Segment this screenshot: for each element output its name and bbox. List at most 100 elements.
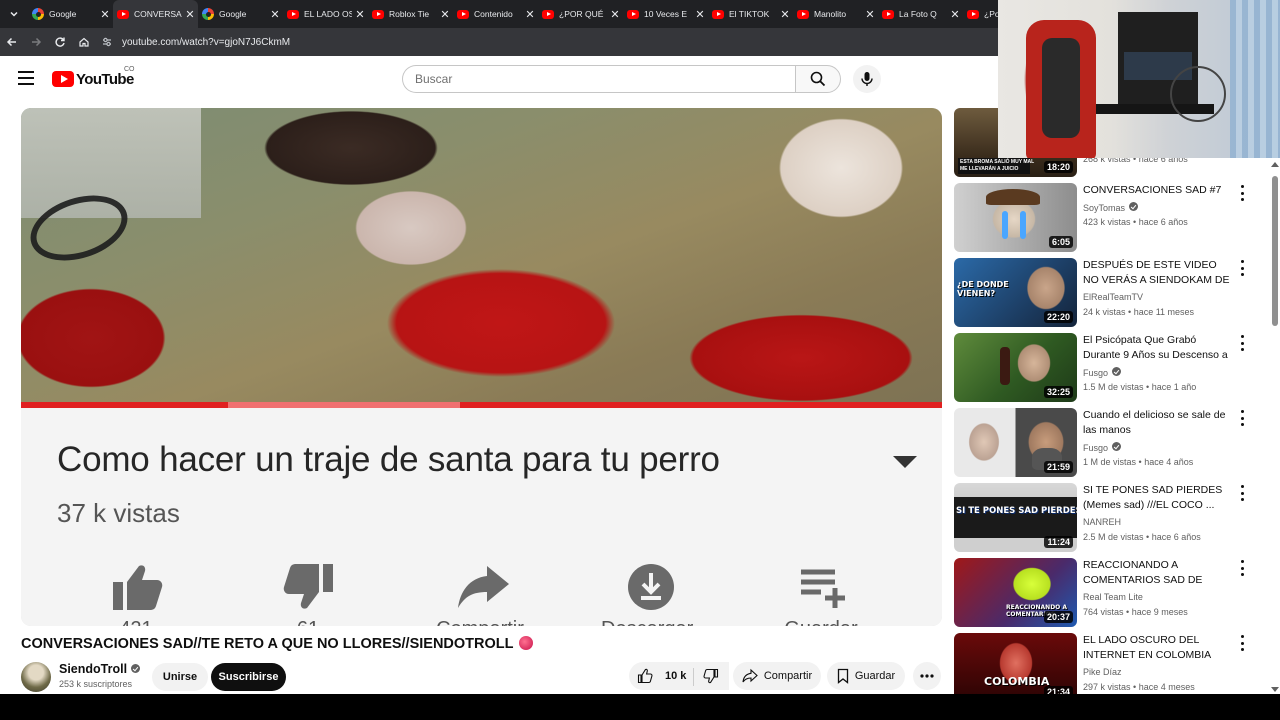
video-channel[interactable]: Fusgo [1083,367,1122,378]
tab-title: Google [219,9,247,19]
close-tab-icon[interactable]: ✕ [862,8,878,21]
more-actions-button[interactable] [913,662,941,690]
video-title[interactable]: Cuando el delicioso se sale de las manos [1083,408,1233,438]
video-thumbnail[interactable]: SI TE PONES SAD PIERDES 11:24 [954,483,1077,552]
scroll-down-arrow-icon[interactable] [1271,687,1279,692]
video-title[interactable]: EL LADO OSCURO DEL INTERNET EN COLOMBIA [1083,633,1233,663]
dislike-icon [703,668,719,684]
video-meta: 297 k vistas • hace 4 meses [1083,682,1195,692]
video-thumbnail[interactable]: ¿DE DONDE VIENEN? 22:20 [954,258,1077,327]
video-views: 1 M de vistas [1083,457,1137,467]
page-scrollbar[interactable] [1270,158,1280,694]
youtube-icon [967,9,979,19]
recommendation-item[interactable]: 32:25 El Psicópata Que Grabó Durante 9 A… [954,333,1264,403]
bookmark-icon [837,668,848,684]
more-options-icon[interactable] [1238,635,1246,651]
video-views: 24 k vistas [1083,307,1126,317]
search-button[interactable] [795,65,841,93]
browser-tab[interactable]: ¿POR QUÉ ✕ [538,0,623,28]
close-tab-icon[interactable]: ✕ [97,8,113,21]
video-title[interactable]: SI TE PONES SAD PIERDES (Memes sad) ///E… [1083,483,1233,513]
video-thumbnail[interactable]: 21:59 [954,408,1077,477]
channel-avatar[interactable] [21,662,51,692]
save-button[interactable]: Guardar [827,662,905,690]
recommendation-item[interactable]: ¿DE DONDE VIENEN? 22:20 DESPUÉS DE ESTE … [954,258,1264,328]
youtube-icon [797,9,809,19]
browser-tab[interactable]: 10 Veces E ✕ [623,0,708,28]
webcam-fan [1170,66,1226,122]
recommendation-item[interactable]: 21:59 Cuando el delicioso se sale de las… [954,408,1264,478]
video-title[interactable]: DESPUÉS DE ESTE VIDEO NO VERÁS A SIENDOK… [1083,258,1233,288]
voice-search-button[interactable] [853,65,881,93]
browser-tab[interactable]: Contenido ✕ [453,0,538,28]
video-channel[interactable]: NANREH [1083,517,1121,527]
youtube-logo[interactable]: YouTube [52,69,134,89]
youtube-icon [882,9,894,19]
close-tab-icon[interactable]: ✕ [267,8,283,21]
close-tab-icon[interactable]: ✕ [947,8,963,21]
close-tab-icon[interactable]: ✕ [607,8,623,21]
browser-tab[interactable]: Roblox Tie ✕ [368,0,453,28]
recommendation-item[interactable]: COLOMBIA 21:34 EL LADO OSCURO DEL INTERN… [954,633,1264,694]
video-title-text: CONVERSACIONES SAD//TE RETO A QUE NO LLO… [21,636,514,652]
more-options-icon[interactable] [1238,185,1246,201]
video-thumbnail[interactable]: REACCIONANDO A COMENTARIOS 20:37 [954,558,1077,627]
video-thumbnail[interactable]: COLOMBIA 21:34 [954,633,1077,694]
browser-tab[interactable]: Google ✕ [28,0,113,28]
browser-tab[interactable]: El TIKTOK ✕ [708,0,793,28]
video-meta: 764 vistas • hace 9 meses [1083,607,1188,617]
more-options-icon[interactable] [1238,410,1246,426]
more-options-icon[interactable] [1238,560,1246,576]
close-tab-icon[interactable]: ✕ [777,8,793,21]
scrollbar-thumb[interactable] [1272,176,1278,326]
browser-tab[interactable]: CONVERSACIONES✕ [113,0,198,28]
recommendation-item[interactable]: REACCIONANDO A COMENTARIOS 20:37 REACCIO… [954,558,1264,628]
browser-tab[interactable]: Manolito ✕ [793,0,878,28]
menu-icon[interactable] [18,71,34,85]
recommendation-item[interactable]: SI TE PONES SAD PIERDES 11:24 SI TE PONE… [954,483,1264,553]
close-tab-icon[interactable]: ✕ [437,8,453,21]
video-title[interactable]: REACCIONANDO A COMENTARIOS SAD DE SIEND.… [1083,558,1233,588]
browser-tab[interactable]: EL LADO OSCURO✕ [283,0,368,28]
share-icon [742,668,758,683]
recommendation-item[interactable]: 6:05 CONVERSACIONES SAD #7 SoyTomas 423 … [954,183,1264,253]
back-arrow-icon[interactable] [0,30,24,54]
video-channel[interactable]: Fusgo [1083,442,1122,453]
video-title[interactable]: CONVERSACIONES SAD #7 [1083,183,1233,198]
browser-tab[interactable]: La Foto Q ✕ [878,0,963,28]
share-button[interactable]: Compartir [733,662,821,690]
reload-icon[interactable] [48,30,72,54]
video-title[interactable]: El Psicópata Que Grabó Durante 9 Años su… [1083,333,1233,363]
close-tab-icon[interactable]: ✕ [522,8,538,21]
subscribe-label: Suscribirse [218,671,279,683]
video-player[interactable]: Como hacer un traje de santa para tu per… [21,108,942,626]
close-tab-icon[interactable]: ✕ [352,8,368,21]
scissors-image [22,184,136,272]
video-channel[interactable]: SoyTomas [1083,202,1139,213]
dislike-button[interactable] [694,662,728,690]
scroll-up-arrow-icon[interactable] [1271,162,1279,167]
more-options-icon[interactable] [1238,260,1246,276]
video-channel[interactable]: ElRealTeamTV [1083,292,1143,302]
more-options-icon[interactable] [1238,335,1246,351]
close-tab-icon[interactable]: ✕ [182,8,198,21]
close-tab-icon[interactable]: ✕ [692,8,708,21]
subscribe-button[interactable]: Suscribirse [211,663,286,691]
youtube-play-icon [52,71,74,87]
like-count: 10 k [665,670,687,682]
video-channel-name: Real Team Lite [1083,592,1143,602]
video-thumbnail[interactable]: 6:05 [954,183,1077,252]
site-settings-icon[interactable] [100,35,114,49]
forward-arrow-icon[interactable] [24,30,48,54]
browser-tab[interactable]: Google ✕ [198,0,283,28]
video-thumbnail[interactable]: 32:25 [954,333,1077,402]
join-button[interactable]: Unirse [152,663,208,691]
more-options-icon[interactable] [1238,485,1246,501]
search-input[interactable] [415,72,796,86]
channel-name[interactable]: SiendoTroll [59,662,141,676]
tab-search-chevron-icon[interactable] [0,0,28,28]
url-field[interactable]: youtube.com/watch?v=gjoN7J6CkmM [100,31,290,53]
video-channel[interactable]: Real Team Lite [1083,592,1143,602]
home-icon[interactable] [72,30,96,54]
video-channel[interactable]: Pike Díaz [1083,667,1122,677]
